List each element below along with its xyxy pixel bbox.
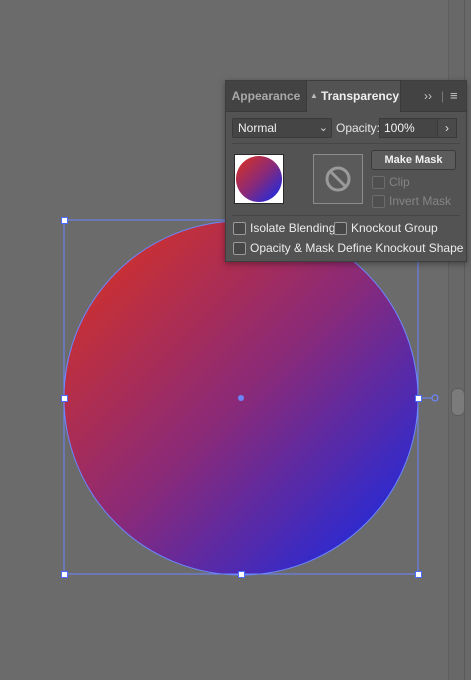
expand-chevrons-icon[interactable]: ›› — [424, 81, 432, 111]
isolate-blending-label: Isolate Blending — [250, 221, 336, 235]
panel-tab-bar: Appearance ▲ Transparency ›› | ≡ — [226, 81, 466, 112]
updown-arrows-icon: ▲ — [310, 91, 318, 100]
no-mask-icon — [325, 166, 351, 192]
knockout-group-checkbox[interactable] — [334, 222, 347, 235]
invert-mask-label: Invert Mask — [389, 194, 452, 208]
live-corner-widget[interactable] — [431, 394, 439, 402]
panel-menu-icon[interactable]: ≡ — [450, 81, 458, 111]
isolate-blending-checkbox[interactable] — [233, 222, 246, 235]
center-point[interactable] — [238, 395, 244, 401]
handle-middle-right[interactable] — [415, 395, 422, 402]
handle-bottom-right[interactable] — [415, 571, 422, 578]
chevron-down-icon: ⌄ — [318, 122, 328, 134]
handle-middle-left[interactable] — [61, 395, 68, 402]
handle-bottom-center[interactable] — [238, 571, 245, 578]
blend-mode-dropdown[interactable]: Normal ⌄ — [232, 118, 332, 138]
clip-checkbox[interactable] — [372, 176, 385, 189]
make-mask-button[interactable]: Make Mask — [371, 150, 456, 170]
divider — [232, 143, 460, 144]
knockout-group-label: Knockout Group — [351, 221, 438, 235]
tab-divider: | — [441, 89, 445, 103]
opacity-mask-knockout-checkbox[interactable] — [233, 242, 246, 255]
thumbnail-circle — [236, 156, 282, 202]
invert-mask-checkbox[interactable] — [372, 195, 385, 208]
opacity-value: 100% — [384, 121, 415, 135]
opacity-mask-box[interactable] — [313, 154, 363, 204]
opacity-slider-button[interactable]: › — [437, 118, 457, 138]
object-thumbnail[interactable] — [234, 154, 284, 204]
transparency-panel: Appearance ▲ Transparency ›› | ≡ Normal … — [225, 80, 467, 262]
tab-transparency[interactable]: ▲ Transparency — [306, 81, 401, 112]
opacity-input[interactable]: 100% — [379, 118, 439, 138]
handle-bottom-left[interactable] — [61, 571, 68, 578]
opacity-mask-knockout-label: Opacity & Mask Define Knockout Shape — [250, 241, 464, 255]
handle-top-left[interactable] — [61, 217, 68, 224]
tab-transparency-label: Transparency — [321, 89, 400, 103]
opacity-label: Opacity: — [336, 121, 381, 135]
tab-appearance[interactable]: Appearance — [226, 81, 306, 111]
blend-mode-value: Normal — [238, 121, 277, 135]
divider — [232, 215, 460, 216]
clip-label: Clip — [389, 175, 410, 189]
